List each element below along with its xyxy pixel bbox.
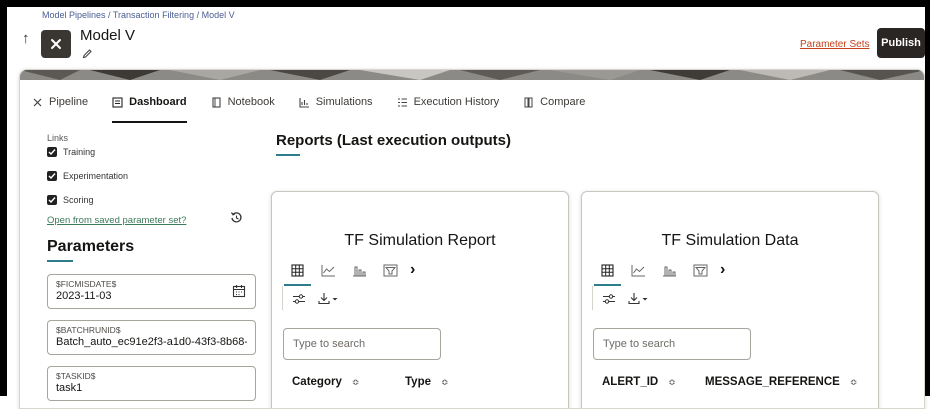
history-icon[interactable] bbox=[230, 211, 243, 229]
column-header-label: MESSAGE_REFERENCE bbox=[705, 376, 840, 388]
field-label: $FICMISDATE$ bbox=[56, 279, 117, 289]
field-label: $BATCHRUNID$ bbox=[56, 325, 121, 335]
pipeline-icon bbox=[32, 97, 43, 108]
compare-icon bbox=[523, 97, 534, 108]
model-icon bbox=[41, 30, 71, 58]
window-frame-top bbox=[0, 0, 930, 7]
parameter-sets-link[interactable]: Parameter Sets bbox=[800, 39, 869, 50]
reports-title: Reports (Last execution outputs) bbox=[276, 132, 512, 149]
field-value[interactable]: Batch_auto_ec91e2f3-a1d0-43f3-8b68-dc bbox=[56, 335, 247, 349]
checkbox-label: Training bbox=[63, 147, 96, 157]
more-visualizations-chevron-icon[interactable]: › bbox=[410, 261, 415, 279]
window-frame-right bbox=[925, 0, 930, 396]
column-header-type[interactable]: Type ≎ bbox=[405, 376, 449, 388]
tab-label: Execution History bbox=[413, 96, 500, 108]
field-value[interactable]: task1 bbox=[56, 381, 247, 395]
bar-chart-icon[interactable] bbox=[654, 258, 685, 282]
funnel-chart-icon[interactable] bbox=[375, 258, 406, 282]
tab-pipeline[interactable]: Pipeline bbox=[32, 87, 88, 117]
breadcrumb[interactable]: Model Pipelines / Transaction Filtering … bbox=[42, 10, 235, 20]
calendar-icon[interactable] bbox=[232, 284, 246, 303]
model-title: Model V bbox=[80, 27, 136, 44]
settings-sliders-icon[interactable] bbox=[602, 293, 616, 305]
edit-pencil-icon[interactable] bbox=[82, 46, 93, 64]
sort-icon[interactable]: ≎ bbox=[352, 377, 360, 388]
tab-dashboard[interactable]: Dashboard bbox=[112, 87, 188, 123]
tab-execution-history[interactable]: Execution History bbox=[397, 87, 500, 117]
links-label: Links bbox=[47, 133, 69, 143]
line-chart-icon[interactable] bbox=[313, 258, 344, 282]
batchrunid-field[interactable]: $BATCHRUNID$ Batch_auto_ec91e2f3-a1d0-43… bbox=[47, 320, 256, 355]
download-icon[interactable] bbox=[318, 292, 338, 305]
open-saved-parameter-set-link[interactable]: Open from saved parameter set? bbox=[47, 215, 186, 226]
checked-checkbox-icon[interactable] bbox=[47, 195, 57, 205]
tab-notebook[interactable]: Notebook bbox=[211, 87, 275, 117]
table-view-icon[interactable] bbox=[282, 258, 313, 286]
visualization-switcher: › bbox=[282, 258, 415, 286]
report-panel-title: TF Simulation Data bbox=[661, 232, 799, 249]
model-workspace-card: Pipeline Dashboard Notebook Simulations … bbox=[19, 69, 925, 409]
tab-bar: Pipeline Dashboard Notebook Simulations … bbox=[32, 87, 609, 123]
table-view-icon[interactable] bbox=[592, 258, 623, 286]
report-panel-title: TF Simulation Report bbox=[344, 232, 496, 249]
field-label: $TASKID$ bbox=[56, 371, 96, 381]
training-checkbox-row[interactable]: Training bbox=[47, 147, 95, 157]
column-header-alert-id[interactable]: ALERT_ID ≎ bbox=[602, 376, 676, 388]
window-frame-left bbox=[0, 0, 7, 396]
column-header-label: ALERT_ID bbox=[602, 376, 659, 388]
tab-label: Simulations bbox=[315, 96, 373, 108]
checkbox-label: Scoring bbox=[63, 195, 94, 205]
tab-label: Pipeline bbox=[49, 96, 89, 108]
column-header-label: Category bbox=[292, 376, 342, 388]
more-visualizations-chevron-icon[interactable]: › bbox=[720, 261, 725, 279]
bar-chart-icon[interactable] bbox=[344, 258, 375, 282]
tab-label: Notebook bbox=[227, 96, 275, 108]
report-toolbar bbox=[602, 292, 660, 305]
decorative-banner bbox=[20, 70, 924, 80]
report-panel-tf-simulation-report: TF Simulation Report › Type to search Ca… bbox=[271, 191, 569, 408]
sort-icon[interactable]: ≎ bbox=[668, 377, 676, 388]
tab-simulations[interactable]: Simulations bbox=[299, 87, 373, 117]
line-chart-icon[interactable] bbox=[623, 258, 654, 282]
tab-label: Dashboard bbox=[129, 96, 187, 108]
column-header-message-reference[interactable]: MESSAGE_REFERENCE ≎ bbox=[705, 376, 857, 388]
back-arrow-icon[interactable]: ↑ bbox=[22, 30, 30, 47]
checkbox-label: Experimentation bbox=[63, 171, 129, 181]
settings-sliders-icon[interactable] bbox=[292, 293, 306, 305]
report-search-input[interactable] bbox=[283, 328, 441, 360]
column-header-label: Type bbox=[405, 376, 431, 388]
visualization-switcher: › bbox=[592, 258, 725, 286]
notebook-icon bbox=[211, 96, 222, 108]
sort-icon[interactable]: ≎ bbox=[441, 377, 449, 388]
column-header-category[interactable]: Category ≎ bbox=[292, 376, 359, 388]
reports-title-underline bbox=[276, 154, 300, 156]
toolbar-divider bbox=[592, 286, 593, 310]
field-value[interactable]: 2023-11-03 bbox=[56, 289, 247, 303]
checked-checkbox-icon[interactable] bbox=[47, 171, 57, 181]
report-search-input[interactable] bbox=[593, 328, 751, 360]
tab-label: Compare bbox=[540, 96, 586, 108]
report-toolbar bbox=[292, 292, 350, 305]
simulations-icon bbox=[299, 97, 310, 108]
sort-icon[interactable]: ≎ bbox=[850, 377, 858, 388]
parameters-title: Parameters bbox=[47, 238, 135, 255]
checked-checkbox-icon[interactable] bbox=[47, 147, 57, 157]
report-panel-tf-simulation-data: TF Simulation Data › Type to search ALER… bbox=[581, 191, 879, 408]
funnel-chart-icon[interactable] bbox=[685, 258, 716, 282]
download-icon[interactable] bbox=[628, 292, 648, 305]
tab-compare[interactable]: Compare bbox=[523, 87, 585, 117]
experimentation-checkbox-row[interactable]: Experimentation bbox=[47, 171, 128, 181]
ficmisdate-field[interactable]: $FICMISDATE$ 2023-11-03 bbox=[47, 274, 256, 309]
toolbar-divider bbox=[282, 286, 283, 310]
dashboard-icon bbox=[112, 96, 123, 108]
scoring-checkbox-row[interactable]: Scoring bbox=[47, 195, 94, 205]
parameters-title-underline bbox=[47, 260, 73, 262]
publish-button[interactable]: Publish bbox=[877, 28, 925, 58]
execution-history-icon bbox=[397, 97, 408, 108]
